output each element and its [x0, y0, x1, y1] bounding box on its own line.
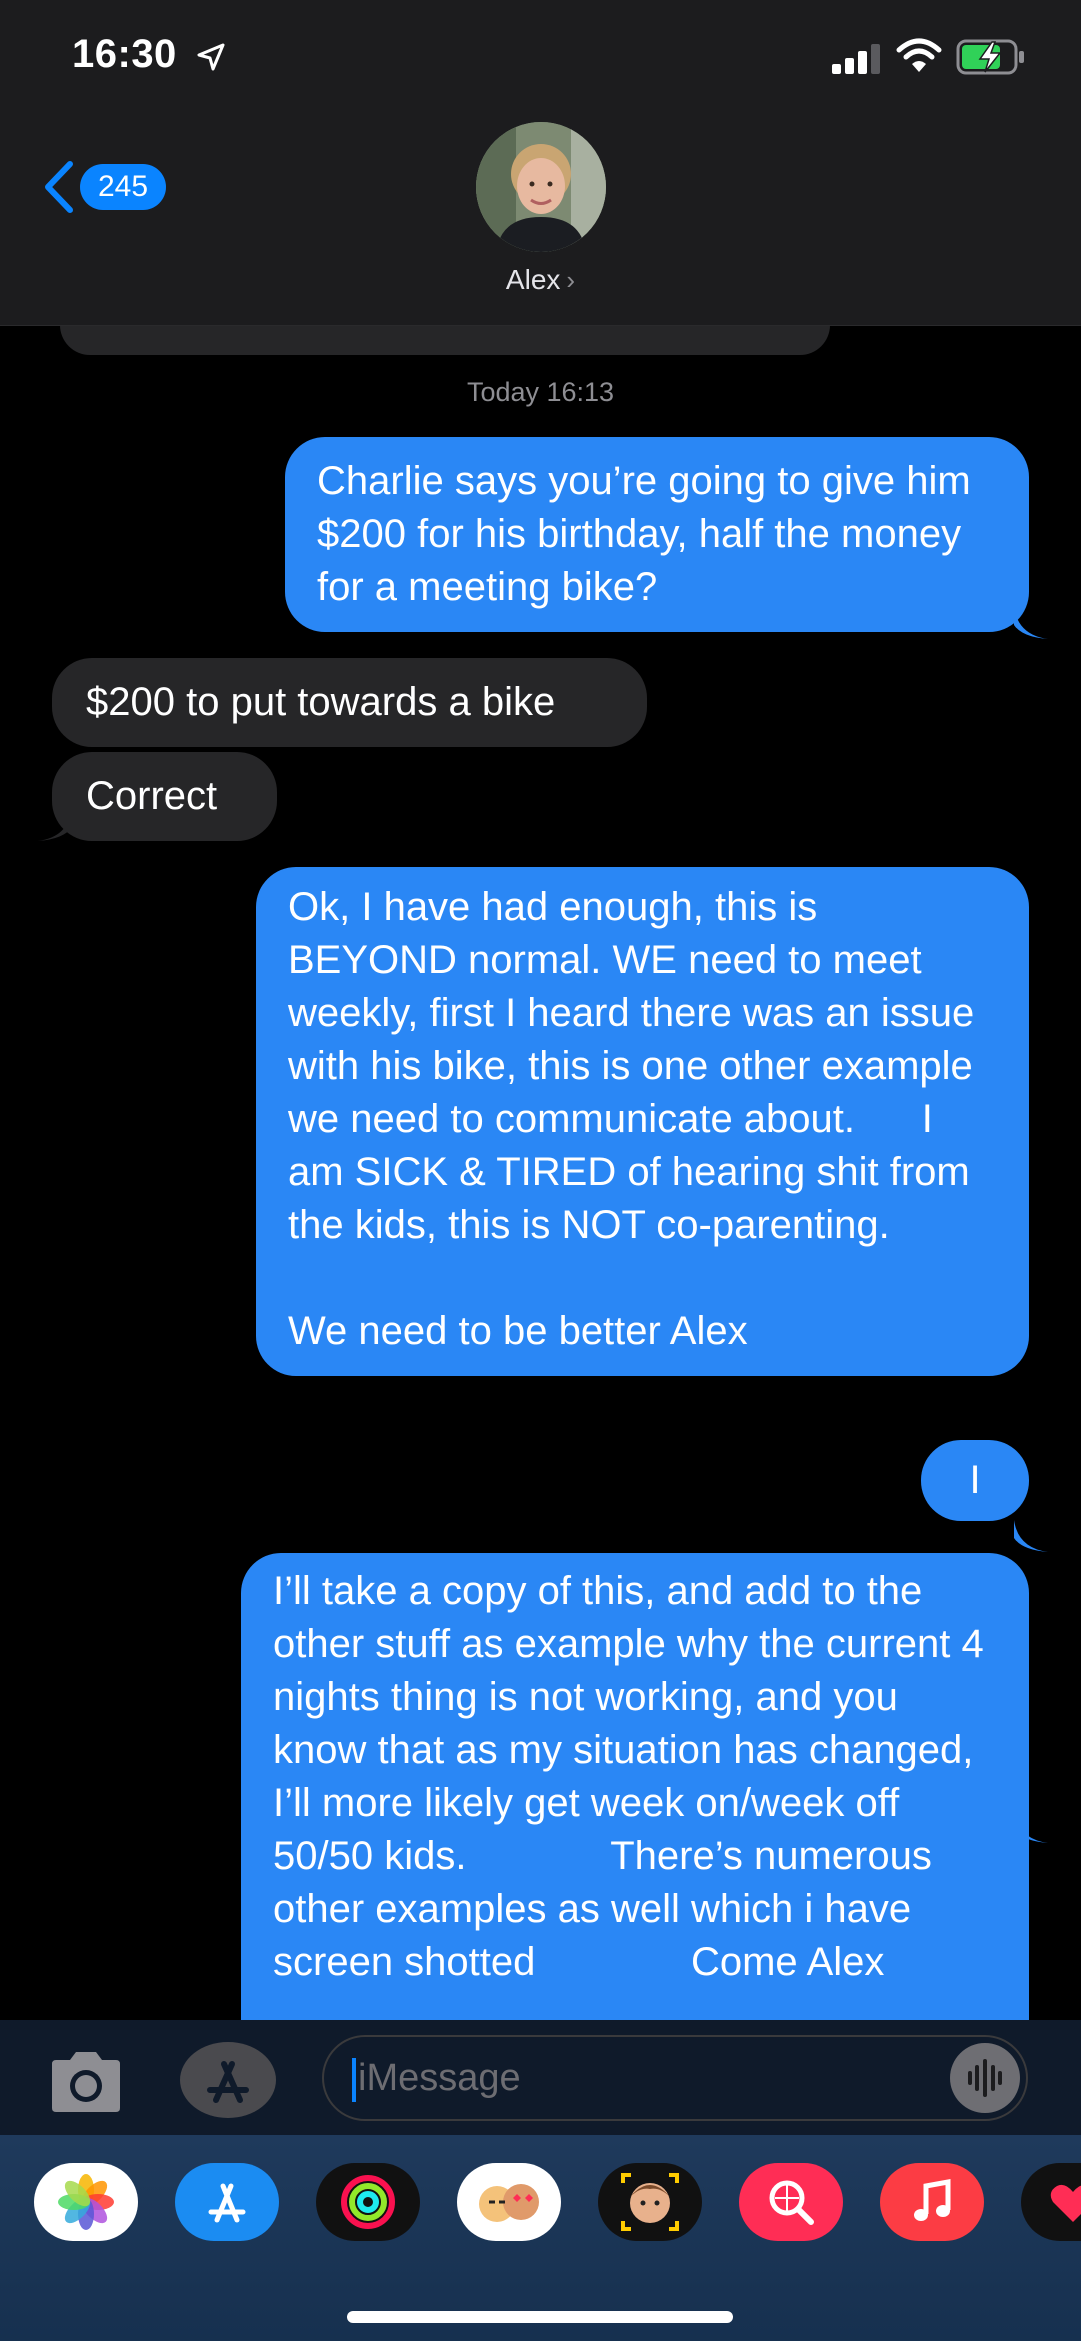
app-store-icon — [207, 2061, 249, 2103]
activity-icon — [341, 2175, 395, 2229]
message-input-placeholder: iMessage — [358, 2057, 521, 2099]
incoming-message-bubble[interactable]: Correct — [52, 752, 277, 841]
cellular-signal-icon — [832, 44, 880, 74]
contact-name-button[interactable]: Alex › — [0, 264, 1081, 296]
message-input[interactable]: iMessage — [322, 2035, 1028, 2121]
chevron-right-icon: › — [566, 265, 576, 295]
contact-photo — [476, 122, 606, 252]
location-arrow-icon — [197, 43, 225, 71]
outgoing-message-bubble[interactable]: I’ll take a copy of this, and add to the… — [241, 1553, 1029, 2020]
status-time: 16:30 — [72, 32, 177, 76]
photos-app-button[interactable] — [34, 2163, 138, 2241]
images-search-icon — [769, 2180, 814, 2225]
conversation-header: 16:30 245 Alex › — [0, 0, 1081, 326]
dictation-button[interactable] — [950, 2043, 1020, 2113]
app-store-icon — [208, 2183, 246, 2223]
animoji-icon — [621, 2173, 679, 2231]
photos-icon — [58, 2174, 114, 2230]
activity-app-button[interactable] — [316, 2163, 420, 2241]
outgoing-message-bubble[interactable]: Ok, I have had enough, this is BEYOND no… — [256, 867, 1029, 1376]
thread-timestamp: Today 16:13 — [466, 377, 615, 407]
imessage-app-drawer — [0, 2135, 1081, 2341]
contact-avatar[interactable] — [476, 122, 606, 252]
battery-charging-icon — [956, 39, 1024, 75]
animoji-app-button[interactable] — [598, 2163, 702, 2241]
text-cursor — [352, 2057, 356, 2102]
images-search-app-button[interactable] — [739, 2163, 843, 2241]
app-store-app-button[interactable] — [175, 2163, 279, 2241]
outgoing-message-bubble[interactable]: I — [921, 1440, 1029, 1521]
bubble-tail — [1014, 1520, 1048, 1552]
app-store-button[interactable] — [180, 2042, 276, 2118]
unread-count-badge: 245 — [80, 164, 167, 210]
compose-bar: iMessage — [0, 2020, 1081, 2135]
contact-name: Alex — [505, 264, 561, 295]
bubble-tail — [38, 809, 72, 841]
memoji-stickers-icon — [479, 2184, 539, 2222]
memoji-stickers-app-button[interactable] — [457, 2163, 561, 2241]
digital-touch-app-button[interactable] — [1021, 2163, 1081, 2241]
camera-icon[interactable] — [46, 2050, 126, 2114]
music-icon — [914, 2179, 951, 2221]
music-app-button[interactable] — [880, 2163, 984, 2241]
audio-waveform-icon — [968, 2059, 1002, 2097]
incoming-message-bubble[interactable]: $200 to put towards a bike — [52, 658, 647, 747]
outgoing-message-bubble[interactable]: Charlie says you’re going to give him $2… — [285, 437, 1029, 632]
digital-touch-icon — [1050, 2184, 1081, 2222]
chevron-left-icon — [45, 161, 73, 213]
home-indicator[interactable] — [347, 2311, 733, 2323]
previous-message-bubble — [60, 325, 830, 355]
message-thread[interactable]: Today 16:13 Charlie says you’re going to… — [0, 325, 1081, 2020]
wifi-icon — [896, 38, 942, 72]
back-button[interactable]: 245 — [40, 160, 167, 214]
bubble-tail — [1014, 607, 1048, 639]
